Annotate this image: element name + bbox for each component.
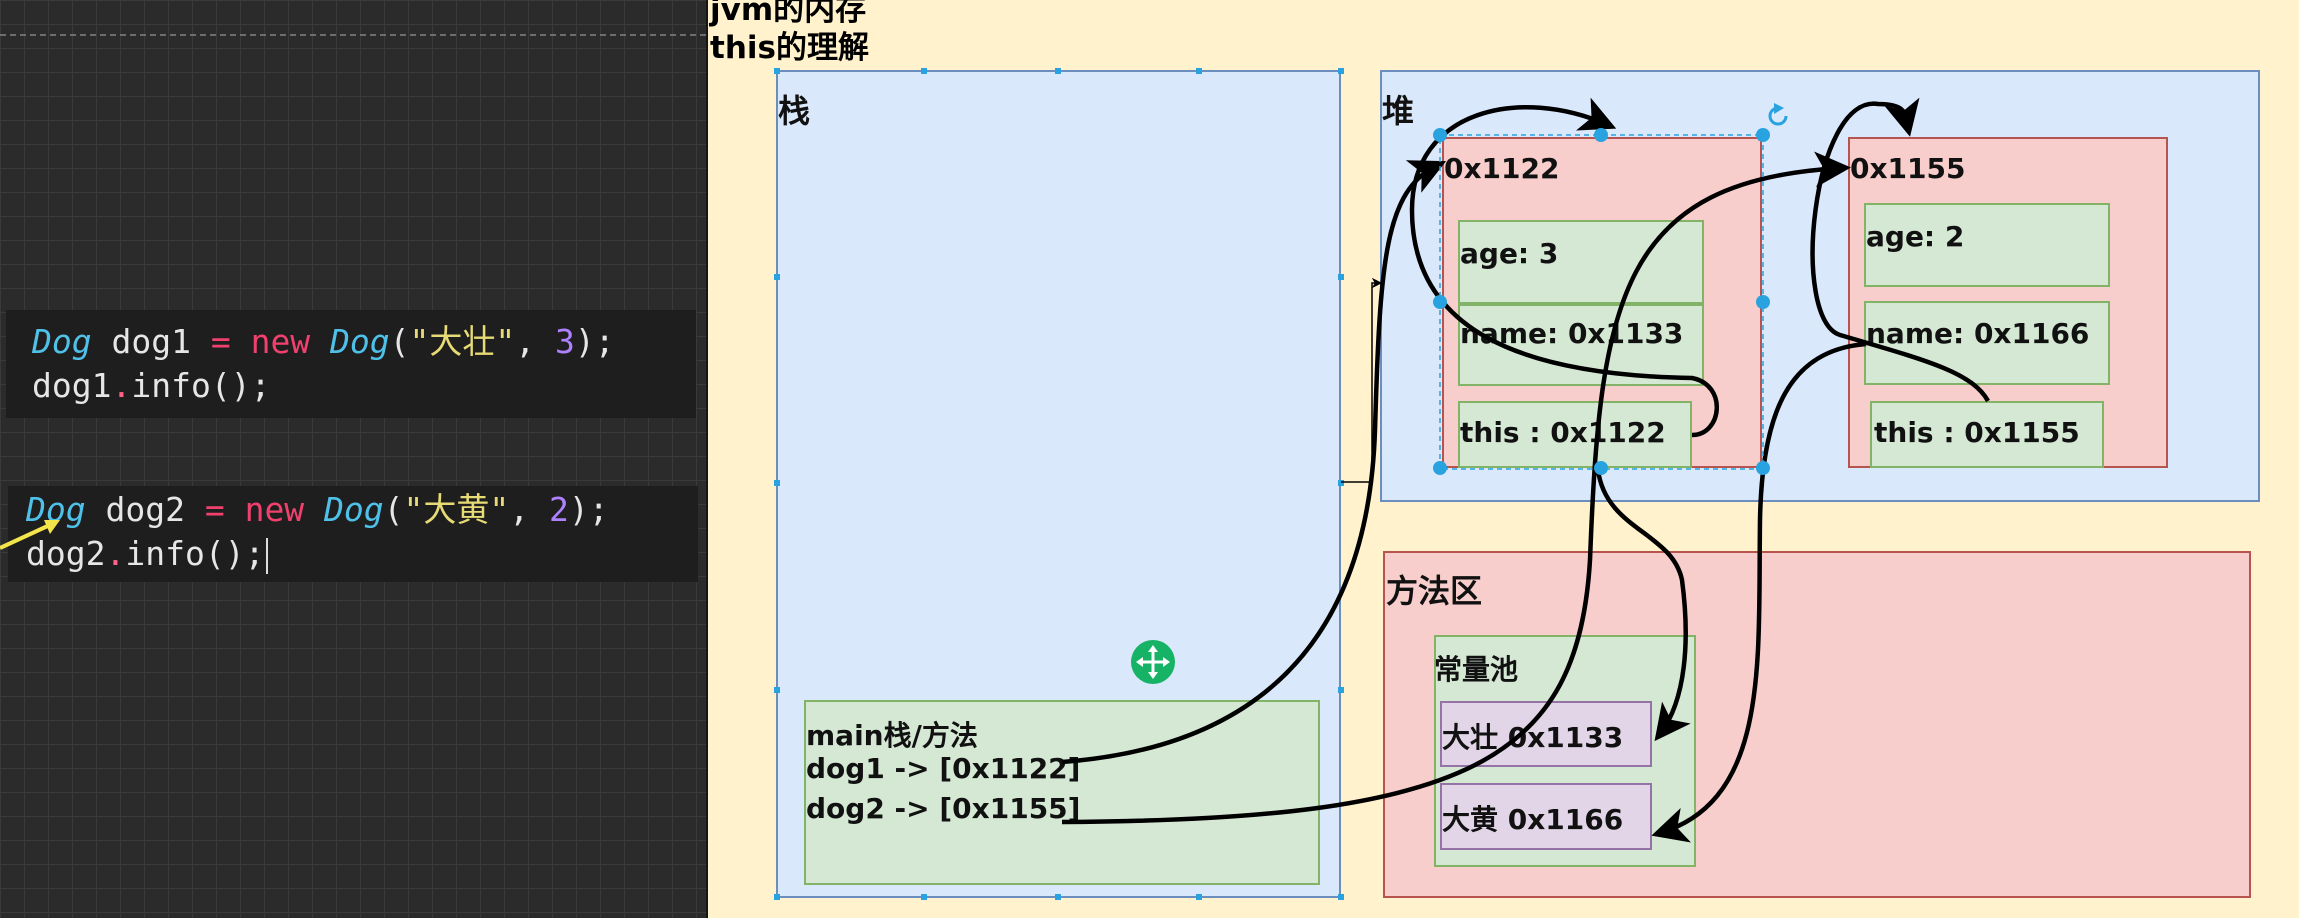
selection-handle[interactable] (1433, 461, 1447, 475)
code-token-number: 3 (555, 322, 575, 361)
code-token-dot: . (111, 366, 132, 405)
diagram-subtitle: this的理解 (710, 30, 869, 66)
text-caret (266, 537, 269, 574)
code-token-op: = (210, 322, 231, 361)
code-token-keyword: new (230, 322, 331, 361)
pointer-arrow-icon (0, 520, 60, 550)
code-token-punc: ); (568, 490, 609, 529)
code-token-type: Dog (32, 322, 92, 361)
diagram-title: jvm的内存 (710, 0, 867, 28)
field-age-label: age: 2 (1866, 220, 1965, 253)
code-block-dog2[interactable]: Dog dog2 = new Dog("大黄", 2); dog2.info()… (8, 486, 698, 582)
code-line[interactable]: dog1.info(); (32, 364, 696, 408)
heap-label: 堆 (1382, 92, 1415, 130)
main-frame-title: main栈/方法 (806, 719, 978, 752)
field-name-label: name: 0x1133 (1460, 317, 1684, 350)
code-token-punc: , (515, 322, 556, 361)
code-token-keyword: new (224, 490, 325, 529)
selection-handle[interactable] (1756, 295, 1770, 309)
code-token-string: "大黄" (403, 490, 510, 529)
method-area-label: 方法区 (1386, 572, 1483, 610)
code-line[interactable]: dog2.info(); (26, 532, 698, 576)
code-token-var: dog1 (32, 366, 112, 405)
code-token-punc: ( (389, 322, 410, 361)
code-line[interactable]: Dog dog2 = new Dog("大黄", 2); (26, 488, 698, 532)
selection-handle[interactable] (1433, 128, 1447, 142)
code-editor[interactable]: Dog dog1 = new Dog("大壮", 3); dog1.info()… (0, 0, 708, 918)
code-line[interactable]: Dog dog1 = new Dog("大壮", 3); (32, 320, 696, 364)
code-token-punc: , (509, 490, 550, 529)
code-token-type: Dog (324, 490, 384, 529)
move-icon[interactable] (1131, 640, 1175, 684)
field-this-label: this : 0x1122 (1460, 416, 1666, 449)
selection-handle[interactable] (1594, 461, 1608, 475)
dog2-reference: dog2 -> [0x1155] (806, 792, 1081, 825)
object-address: 0x1122 (1444, 152, 1560, 185)
code-token-string: "大壮" (409, 322, 516, 361)
field-this-label: this : 0x1155 (1874, 416, 2080, 449)
selection-handle[interactable] (1433, 295, 1447, 309)
code-token-type: Dog (330, 322, 390, 361)
code-token-number: 2 (549, 490, 569, 529)
string-constant-label: 大壮 0x1133 (1442, 721, 1624, 754)
code-token-call: info(); (125, 534, 265, 573)
code-token-call: info(); (131, 366, 271, 405)
editor-dashed-guide (0, 34, 706, 36)
code-token-var: dog1 (91, 322, 211, 361)
code-token-dot: . (105, 534, 126, 573)
stack-label: 栈 (778, 92, 811, 130)
code-token-var: dog2 (85, 490, 205, 529)
dog1-reference: dog1 -> [0x1122] (806, 752, 1081, 785)
field-age-label: age: 3 (1460, 237, 1559, 270)
object-address: 0x1155 (1850, 152, 1966, 185)
code-token-punc: ( (383, 490, 404, 529)
string-constant-label: 大黄 0x1166 (1442, 803, 1624, 836)
selection-handle[interactable] (1756, 128, 1770, 142)
constant-pool-label: 常量池 (1434, 653, 1519, 686)
code-block-dog1[interactable]: Dog dog1 = new Dog("大壮", 3); dog1.info()… (6, 310, 696, 418)
code-token-op: = (204, 490, 225, 529)
selection-handle[interactable] (1756, 461, 1770, 475)
field-name-label: name: 0x1166 (1866, 317, 2090, 350)
code-token-punc: ); (574, 322, 615, 361)
screen: Dog dog1 = new Dog("大壮", 3); dog1.info()… (0, 0, 2299, 918)
selection-handle[interactable] (1594, 128, 1608, 142)
